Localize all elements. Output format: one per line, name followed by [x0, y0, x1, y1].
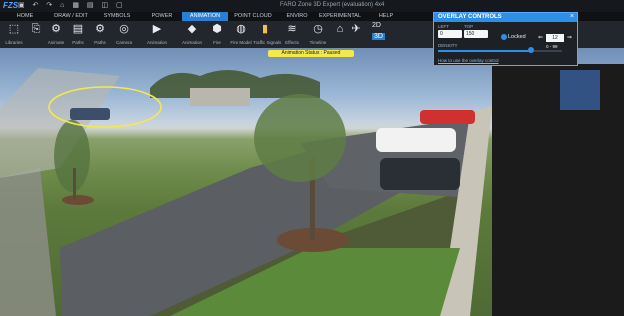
- gear-icon: ⚙: [51, 23, 61, 35]
- number-stepper[interactable]: 12: [546, 34, 564, 42]
- effects-button[interactable]: ≋ Effects: [280, 23, 304, 45]
- keyframe-icon: ◆: [187, 23, 197, 35]
- arrow-right-icon[interactable]: ⇒: [567, 34, 572, 41]
- view-3d-toggle[interactable]: 3D: [372, 33, 385, 40]
- camera-icon: ◎: [119, 23, 129, 35]
- window-title: FARO Zone 3D Expert (evaluation) 4x4: [280, 2, 385, 8]
- ribbon-label: Effects: [285, 40, 299, 45]
- send-icon: ✈: [351, 23, 361, 35]
- panel-header[interactable]: OVERLAY CONTROLS ×: [434, 13, 577, 22]
- top-input[interactable]: 150: [464, 30, 488, 38]
- tab-enviro[interactable]: Enviro: [278, 12, 316, 21]
- send-button[interactable]: ✈: [344, 23, 368, 40]
- libraries-icon: ⬚: [8, 23, 20, 35]
- animation-status-badge: Animation Status : Paused: [268, 50, 354, 57]
- ribbon-label: Paths: [94, 40, 106, 45]
- view-2d-toggle[interactable]: 2D: [372, 22, 381, 29]
- libraries-button[interactable]: ⬚ Libraries: [2, 23, 26, 45]
- ribbon-label: Animate: [47, 40, 65, 45]
- ribbon-label: Traffic Signals: [253, 40, 282, 45]
- animation-play-button[interactable]: ▶ Animation: [145, 23, 169, 45]
- scene-drawing: [0, 64, 624, 316]
- 3d-viewport[interactable]: [0, 48, 624, 316]
- ribbon-label: Camera: [115, 40, 132, 45]
- density-slider-fill: [438, 50, 531, 52]
- help-link[interactable]: How to use the overlay control: [438, 58, 499, 63]
- effects-icon: ≋: [287, 23, 297, 35]
- fire-button[interactable]: ⬢ Fire: [205, 23, 229, 45]
- top-label: TOP: [464, 24, 474, 29]
- fire-model-icon: ◍: [236, 23, 246, 35]
- ribbon-label: Timeline: [309, 40, 327, 45]
- range-text: 0 - 99: [546, 44, 558, 49]
- overlay-controls-panel: OVERLAY CONTROLS × LEFT 0 TOP 150 Locked…: [433, 12, 578, 66]
- tab-experimental[interactable]: Experimental: [316, 12, 364, 21]
- quick-access-toolbar[interactable]: ▣ ↶ ↷ ⌂ ▦ ▤ ◫ ▢: [18, 1, 126, 9]
- ribbon-label: Animation: [146, 40, 167, 45]
- ribbon-label: Libraries: [5, 40, 23, 45]
- tab-power-tools[interactable]: Power Tools: [142, 12, 182, 28]
- arrow-left-icon[interactable]: ⇐: [538, 34, 543, 41]
- clock-icon: ◷: [313, 23, 323, 35]
- locked-toggle[interactable]: [501, 34, 507, 40]
- tab-animation[interactable]: Animation: [182, 12, 228, 21]
- close-icon[interactable]: ×: [570, 13, 574, 20]
- tab-point-cloud[interactable]: Point Cloud: [228, 12, 278, 21]
- fire-icon: ⬢: [212, 23, 222, 35]
- tab-home[interactable]: Home: [0, 12, 50, 21]
- locked-label: Locked: [508, 34, 526, 40]
- tab-help[interactable]: Help: [364, 12, 408, 21]
- fire-model-button[interactable]: ◍ Fire Model: [229, 23, 253, 45]
- paths-button[interactable]: ▤ Paths: [66, 23, 90, 45]
- panel-title: OVERLAY CONTROLS: [438, 14, 502, 20]
- gear-icon: ⚙: [95, 23, 105, 35]
- play-icon: ▶: [152, 23, 162, 35]
- app-logo: FZS: [3, 1, 19, 10]
- camera-button[interactable]: ◎ Camera: [112, 23, 136, 45]
- traffic-signals-button[interactable]: ▮ Traffic Signals: [253, 23, 282, 45]
- timeline-button[interactable]: ◷ Timeline: [306, 23, 330, 45]
- density-slider-handle[interactable]: [528, 47, 534, 53]
- traffic-light-icon: ▮: [261, 23, 269, 35]
- ribbon-label: Animation: [181, 40, 202, 45]
- left-label: LEFT: [438, 24, 450, 29]
- left-input[interactable]: 0: [438, 30, 462, 38]
- paths-icon: ▤: [72, 23, 84, 35]
- density-label: DENSITY: [438, 43, 458, 48]
- animate-button[interactable]: ⚙ Animate: [44, 23, 68, 45]
- paths-settings-button[interactable]: ⚙ Paths: [88, 23, 112, 45]
- animation-keyframe-button[interactable]: ◆ Animation: [180, 23, 204, 45]
- tab-draw-edit[interactable]: Draw / Edit: [50, 12, 92, 21]
- tab-symbols[interactable]: Symbols: [92, 12, 142, 21]
- ribbon-label: Fire: [213, 40, 221, 45]
- ribbon-label: Paths: [72, 40, 84, 45]
- title-bar: FZS ▣ ↶ ↷ ⌂ ▦ ▤ ◫ ▢ FARO Zone 3D Expert …: [0, 0, 624, 12]
- ribbon-label: Fire Model: [230, 40, 252, 45]
